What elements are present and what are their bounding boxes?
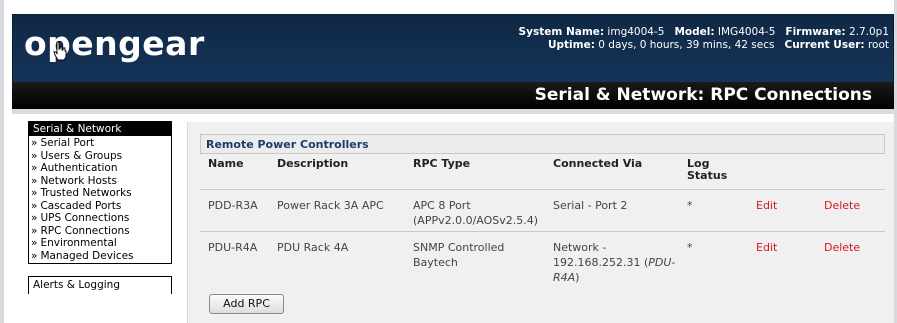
col-header-rpc-type: RPC Type	[413, 157, 471, 170]
chevron-right-icon: »	[31, 137, 38, 149]
sidebar-item-network-hosts[interactable]: » Network Hosts	[31, 175, 171, 188]
log-status-label: Log Status	[687, 157, 728, 182]
page: opengear System Name: img4004-5 Model: I…	[0, 0, 897, 323]
table-row: PDU-R4A PDU Rack 4A SNMP Controlled Bayt…	[200, 230, 885, 291]
system-name-value: img4004-5	[607, 26, 665, 38]
cell-name: PDD-R3A	[200, 188, 269, 231]
chevron-right-icon: »	[31, 237, 38, 249]
sidebar-item-rpc-connections[interactable]: » RPC Connections	[31, 225, 171, 238]
chevron-right-icon: »	[31, 212, 38, 224]
sidebar-item-label: Users & Groups	[40, 149, 123, 162]
col-header-log-status: Log Status	[679, 158, 748, 189]
hand-cursor-icon	[53, 41, 67, 61]
nav-list: » Serial Port » Users & Groups » Authentica…	[29, 136, 171, 263]
edit-link[interactable]: Edit	[748, 230, 816, 291]
rpc-table: Name Description RPC Type Connected Via …	[200, 158, 885, 291]
col-header-connected-via: Connected Via	[553, 157, 643, 170]
sidebar-item-serial-port[interactable]: » Serial Port	[31, 137, 171, 150]
sidebar-item-ups-connections[interactable]: » UPS Connections	[31, 212, 171, 225]
title-bar: Serial & Network: RPC Connections	[12, 82, 894, 109]
delete-link[interactable]: Delete	[816, 188, 885, 231]
opengear-logo[interactable]: opengear	[24, 24, 205, 63]
page-title: Serial & Network: RPC Connections	[534, 85, 872, 105]
sidebar-item-users-groups[interactable]: » Users & Groups	[31, 150, 171, 163]
cell-log-status: *	[679, 230, 748, 291]
nav-section-serial-network: Serial & Network » Serial Port » Users & G…	[28, 121, 172, 264]
model-label: Model:	[674, 26, 715, 38]
current-user-value: root	[867, 39, 889, 51]
model-value: IMG4004-5	[717, 26, 776, 38]
section-header: Remote Power Controllers	[200, 134, 885, 154]
sidebar-item-label: RPC Connections	[40, 224, 130, 237]
delete-link[interactable]: Delete	[816, 230, 885, 291]
sidebar-item-environmental[interactable]: » Environmental	[31, 237, 171, 250]
chevron-right-icon: »	[31, 162, 38, 174]
cell-log-status: *	[679, 188, 748, 231]
cell-description: Power Rack 3A APC	[269, 188, 405, 231]
uptime-label: Uptime:	[548, 39, 595, 51]
header: opengear System Name: img4004-5 Model: I…	[12, 14, 894, 82]
col-header-description: Description	[277, 157, 349, 170]
sidebar-item-label: Environmental	[40, 237, 117, 249]
sidebar-item-label: Network Hosts	[40, 174, 117, 187]
sidebar-item-label: Cascaded Ports	[40, 199, 122, 212]
col-header-edit	[748, 158, 816, 189]
nav-section-header[interactable]: Serial & Network	[29, 122, 171, 136]
nav-section-header[interactable]: Alerts & Logging	[29, 277, 171, 294]
sidebar-item-managed-devices[interactable]: » Managed Devices	[31, 250, 171, 263]
main-panel: Remote Power Controllers Name Descriptio…	[187, 122, 894, 323]
sidebar-item-label: Managed Devices	[40, 249, 134, 262]
cell-description: PDU Rack 4A	[269, 230, 405, 291]
cell-rpc-type: SNMP Controlled Baytech	[405, 230, 545, 291]
system-info: System Name: img4004-5 Model: IMG4004-5 …	[519, 26, 889, 52]
cell-rpc-type: APC 8 Port (APPv2.0.0/AOSv2.5.4)	[405, 188, 545, 231]
chevron-right-icon: »	[31, 174, 38, 187]
uptime-value: 0 days, 0 hours, 39 mins, 42 secs	[598, 39, 775, 51]
system-name-label: System Name:	[518, 26, 605, 38]
nav-section-alerts-logging: Alerts & Logging	[28, 276, 172, 294]
section-title: Remote Power Controllers	[206, 138, 369, 151]
firmware-value: 2.7.0p1	[848, 26, 889, 38]
col-header-delete	[816, 158, 885, 189]
col-header-name: Name	[208, 157, 244, 170]
chevron-right-icon: »	[31, 149, 38, 162]
cell-connected-via: Serial - Port 2	[545, 188, 679, 231]
sidebar-item-label: UPS Connections	[40, 212, 130, 224]
connected-via-close-paren: )	[575, 270, 580, 284]
chevron-right-icon: »	[31, 187, 38, 199]
sidebar: Serial & Network » Serial Port » Users & G…	[28, 121, 172, 294]
cell-connected-via: Network - 192.168.252.31 (PDU-R4A)	[545, 230, 679, 291]
connected-via-text: Network - 192.168.252.31 (	[553, 240, 649, 269]
add-rpc-button[interactable]: Add RPC	[209, 294, 284, 314]
table-header-row: Name Description RPC Type Connected Via …	[200, 158, 885, 189]
firmware-label: Firmware:	[785, 26, 846, 38]
sidebar-item-label: Serial Port	[40, 137, 95, 149]
sidebar-item-label: Trusted Networks	[40, 187, 132, 199]
current-user-label: Current User:	[784, 39, 865, 51]
cell-name: PDU-R4A	[200, 230, 269, 291]
chevron-right-icon: »	[31, 224, 38, 237]
sidebar-item-trusted-networks[interactable]: » Trusted Networks	[31, 187, 171, 200]
sidebar-item-cascaded-ports[interactable]: » Cascaded Ports	[31, 200, 171, 213]
title-ribbon	[12, 109, 894, 114]
sidebar-item-authentication[interactable]: » Authentication	[31, 162, 171, 175]
table-row: PDD-R3A Power Rack 3A APC APC 8 Port (AP…	[200, 188, 885, 231]
edit-link[interactable]: Edit	[748, 188, 816, 231]
chevron-right-icon: »	[31, 199, 38, 212]
sidebar-item-label: Authentication	[40, 162, 118, 174]
chevron-right-icon: »	[31, 249, 38, 262]
